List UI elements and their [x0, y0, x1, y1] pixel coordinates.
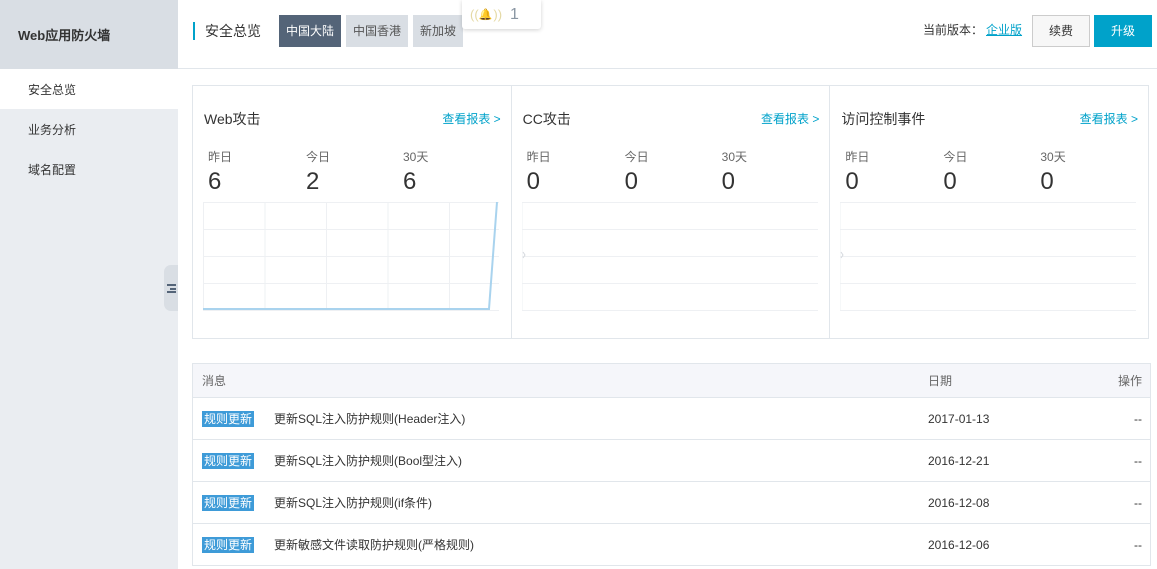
rule-update-badge: 规则更新 [202, 411, 255, 427]
axis-marker [522, 251, 526, 259]
upgrade-button[interactable]: 升级 [1094, 15, 1152, 47]
stat-value: 0 [526, 168, 541, 195]
stat-value: 0 [721, 168, 736, 195]
stat-label: 昨日 [845, 150, 870, 164]
panel-web-attack: Web攻击 查看报表 > 昨日 6 今日 2 30天 6 [193, 86, 512, 338]
table-row: 规则更新 更新SQL注入防护规则(if条件) 2016-12-08 -- [193, 482, 1150, 524]
message-cell: 规则更新 更新SQL注入防护规则(Header注入) [202, 410, 465, 427]
stat-value: 0 [1040, 168, 1054, 195]
date-cell: 2016-12-08 [928, 495, 990, 510]
ring-left-icon: (( [470, 7, 479, 22]
rule-update-badge: 规则更新 [202, 495, 255, 511]
column-header-action: 操作 [1117, 374, 1142, 388]
notification-count: 1 [510, 5, 519, 23]
stat-label: 今日 [306, 150, 331, 164]
message-text: 更新SQL注入防护规则(Bool型注入) [274, 454, 463, 468]
stat-label: 昨日 [526, 150, 551, 164]
action-cell: -- [1134, 537, 1142, 552]
sidebar-collapse-button[interactable] [164, 265, 178, 311]
header: 安全总览 中国大陆 中国香港 新加坡 (( 🔔 )) 1 当前版本： 企业版 续费… [178, 0, 1157, 69]
stat-label: 今日 [624, 150, 649, 164]
stat-today: 今日 2 [306, 148, 330, 196]
stat-label: 30天 [403, 150, 429, 164]
stat-value: 2 [306, 168, 320, 195]
trend-chart [840, 202, 1137, 311]
message-text: 更新SQL注入防护规则(Header注入) [274, 412, 466, 426]
menu-collapse-icon [166, 283, 176, 293]
stat-label: 30天 [721, 150, 748, 164]
stat-panels: Web攻击 查看报表 > 昨日 6 今日 2 30天 6 CC攻击 查看报表 > 昨日… [192, 85, 1149, 339]
trend-chart [521, 202, 818, 311]
stat-today: 今日 0 [943, 148, 967, 196]
panel-cc-attack: CC攻击 查看报表 > 昨日 0 今日 0 30天 0 [512, 86, 831, 338]
panel-title: Web攻击 [204, 111, 261, 127]
stat-value: 6 [208, 168, 222, 195]
sidebar-item-business-analysis[interactable]: 业务分析 [0, 109, 178, 149]
stat-value: 0 [845, 168, 859, 195]
column-header-message: 消息 [202, 374, 227, 388]
table-header: 消息 日期 操作 [193, 364, 1150, 398]
action-cell: -- [1134, 495, 1142, 510]
stat-value: 0 [943, 168, 957, 195]
rule-update-badge: 规则更新 [202, 537, 255, 553]
trend-chart [203, 202, 499, 311]
view-report-link[interactable]: 查看报表 > [442, 110, 500, 127]
panel-title: CC攻击 [522, 111, 571, 127]
message-cell: 规则更新 更新SQL注入防护规则(if条件) [202, 494, 432, 511]
action-cell: -- [1134, 411, 1142, 426]
message-table: 消息 日期 操作 规则更新 更新SQL注入防护规则(Header注入) 2017-… [192, 363, 1151, 566]
bell-icon: 🔔 [478, 9, 494, 21]
stat-today: 今日 0 [625, 148, 649, 196]
date-cell: 2016-12-06 [928, 537, 990, 552]
panel-title: 访问控制事件 [841, 111, 926, 127]
stat-30-days: 30天 0 [1040, 148, 1065, 196]
table-row: 规则更新 更新SQL注入防护规则(Header注入) 2017-01-13 -- [193, 398, 1150, 440]
stat-label: 昨日 [208, 150, 233, 164]
series-line [203, 202, 498, 310]
table-row: 规则更新 更新SQL注入防护规则(Bool型注入) 2016-12-21 -- [193, 440, 1150, 482]
message-text: 更新SQL注入防护规则(if条件) [274, 496, 433, 510]
sidebar: Web应用防火墙 安全总览 业务分析 域名配置 [0, 0, 178, 569]
stat-yesterday: 昨日 0 [845, 148, 869, 196]
version-link[interactable]: 企业版 [986, 23, 1022, 37]
version-info: 当前版本： 企业版 [923, 21, 1022, 38]
stat-value: 6 [403, 168, 417, 195]
sidebar-title: Web应用防火墙 [0, 0, 178, 69]
date-cell: 2017-01-13 [928, 411, 990, 426]
stat-yesterday: 昨日 6 [208, 148, 232, 196]
stat-30-days: 30天 0 [722, 148, 747, 196]
date-cell: 2016-12-21 [928, 453, 990, 468]
stat-yesterday: 昨日 0 [527, 148, 551, 196]
renew-button[interactable]: 续费 [1032, 15, 1090, 47]
page-title: 安全总览 [193, 22, 261, 40]
ring-right-icon: )) [493, 7, 503, 22]
stat-label: 30天 [1040, 150, 1066, 164]
view-report-link[interactable]: 查看报表 > [761, 110, 819, 127]
column-header-date: 日期 [928, 374, 953, 388]
action-cell: -- [1134, 453, 1142, 468]
view-report-link[interactable]: 查看报表 > [1080, 110, 1138, 127]
tab-mainland-china[interactable]: 中国大陆 [279, 15, 342, 47]
message-cell: 规则更新 更新敏感文件读取防护规则(严格规则) [202, 536, 474, 553]
tab-singapore[interactable]: 新加坡 [413, 15, 464, 47]
message-text: 更新敏感文件读取防护规则(严格规则) [274, 538, 475, 552]
table-row: 规则更新 更新敏感文件读取防护规则(严格规则) 2016-12-06 -- [193, 524, 1150, 566]
notification-popover[interactable]: (( 🔔 )) 1 [462, 0, 541, 29]
region-tabs: 中国大陆 中国香港 新加坡 [279, 15, 468, 47]
tab-hong-kong[interactable]: 中国香港 [346, 15, 409, 47]
stat-30-days: 30天 6 [403, 148, 428, 196]
panel-access-control: 访问控制事件 查看报表 > 昨日 0 今日 0 30天 0 [830, 86, 1148, 338]
version-label: 当前版本： [923, 23, 984, 37]
sidebar-item-overview[interactable]: 安全总览 [0, 69, 178, 109]
stat-label: 今日 [943, 150, 968, 164]
axis-marker [840, 251, 844, 259]
message-cell: 规则更新 更新SQL注入防护规则(Bool型注入) [202, 452, 462, 469]
rule-update-badge: 规则更新 [202, 453, 255, 469]
sidebar-item-domain-config[interactable]: 域名配置 [0, 149, 178, 189]
stat-value: 0 [624, 168, 639, 195]
